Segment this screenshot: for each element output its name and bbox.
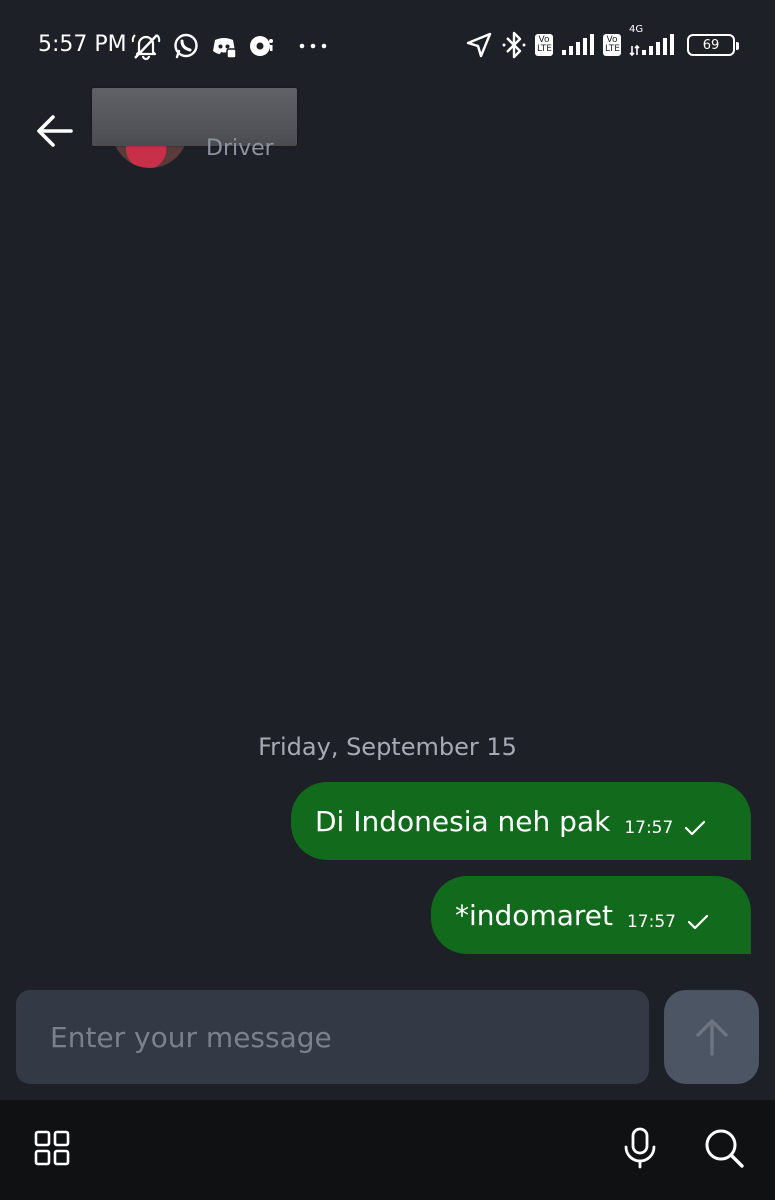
grid-icon: [34, 1130, 70, 1166]
bottom-navigation-bar: [0, 1100, 775, 1200]
battery-nub: [736, 42, 739, 50]
network-type-label: 4G: [629, 24, 644, 35]
volte-badge: Vo LTE: [535, 34, 553, 56]
discord-icon: [210, 32, 238, 60]
sent-check-icon: [687, 914, 709, 930]
contact-role: Driver: [206, 136, 274, 161]
message-text: *indomaret: [455, 898, 613, 932]
message-composer[interactable]: [16, 990, 649, 1084]
message-bubble[interactable]: Di Indonesia neh pak 17:57: [291, 782, 751, 860]
message-bubble[interactable]: *indomaret 17:57: [431, 876, 751, 954]
disc-app-icon: [248, 32, 276, 60]
status-bar: 5:57 PM Vo LTE Vo LTE 4G 69: [0, 0, 775, 92]
muted-bell-icon: [130, 30, 162, 62]
status-time: 5:57 PM: [38, 32, 127, 57]
message-time: 17:57: [624, 818, 674, 838]
signal-icon: [561, 34, 595, 56]
message-input[interactable]: [48, 1019, 617, 1055]
status-notification-icons: [130, 30, 328, 62]
location-arrow-icon: [465, 31, 493, 59]
search-icon: [705, 1129, 744, 1168]
send-arrow-up-icon: [695, 1019, 728, 1056]
send-button[interactable]: [664, 990, 759, 1084]
volte-badge-2: Vo LTE: [603, 34, 621, 56]
back-arrow-icon: [37, 115, 73, 147]
message-meta: 17:57: [627, 912, 710, 932]
message-text: Di Indonesia neh pak: [315, 804, 611, 838]
whatsapp-icon: [172, 32, 200, 60]
microphone-icon: [624, 1127, 656, 1169]
chat-header: Driver: [0, 88, 775, 182]
battery-level: 69: [702, 37, 720, 53]
date-divider: Friday, September 15: [258, 733, 517, 761]
status-system-icons: Vo LTE Vo LTE 4G 69: [465, 24, 739, 60]
app-grid-button[interactable]: [32, 1128, 72, 1168]
bluetooth-icon: [501, 30, 527, 60]
back-button[interactable]: [30, 106, 80, 156]
battery-icon: 69: [687, 34, 739, 56]
sent-check-icon: [685, 820, 706, 836]
search-button[interactable]: [702, 1126, 746, 1170]
signal-4g-icon: 4G: [629, 24, 675, 56]
message-time: 17:57: [626, 912, 676, 932]
message-meta: 17:57: [624, 818, 707, 838]
microphone-button[interactable]: [620, 1126, 660, 1170]
more-dots-icon: [298, 41, 328, 51]
